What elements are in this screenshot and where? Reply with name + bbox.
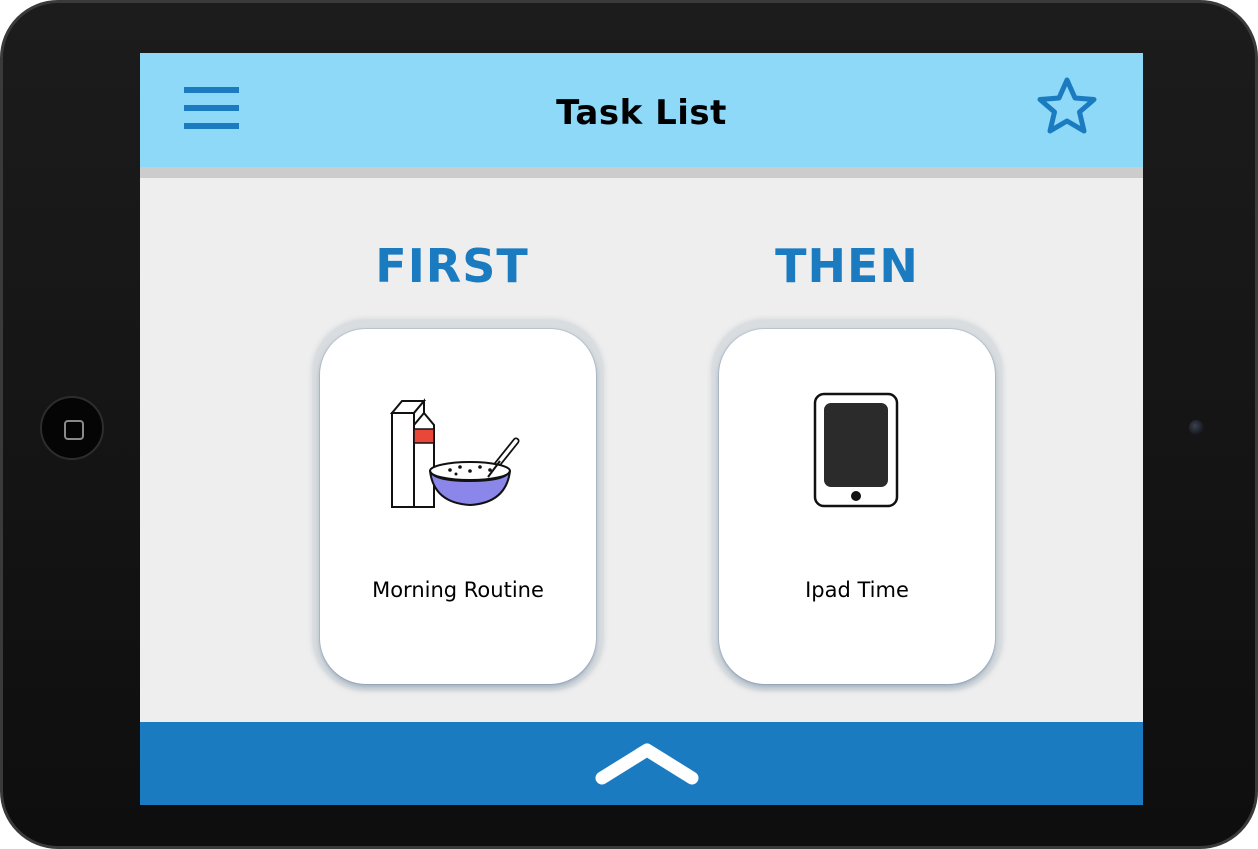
star-icon[interactable] [1034,75,1100,139]
first-task-label: Morning Routine [372,578,544,602]
app-screen: Task List FIRST Morning Routine THEN Ipa… [140,53,1143,805]
then-heading: THEN [775,239,919,293]
front-camera [1189,420,1204,435]
tablet-frame: Task List FIRST Morning Routine THEN Ipa… [0,0,1258,849]
first-heading: FIRST [375,239,529,293]
top-bar: Task List [140,53,1143,167]
then-task-label: Ipad Time [805,578,909,602]
home-button[interactable] [40,396,104,460]
page-title: Task List [556,93,727,133]
chevron-up-icon[interactable] [592,740,702,786]
top-bar-divider [140,167,1143,178]
first-task-card[interactable]: Morning Routine [320,329,596,684]
breakfast-milk-cereal-icon [389,398,520,508]
tablet-device-icon [813,392,899,508]
bottom-bar [140,722,1143,805]
then-task-card[interactable]: Ipad Time [719,329,995,684]
